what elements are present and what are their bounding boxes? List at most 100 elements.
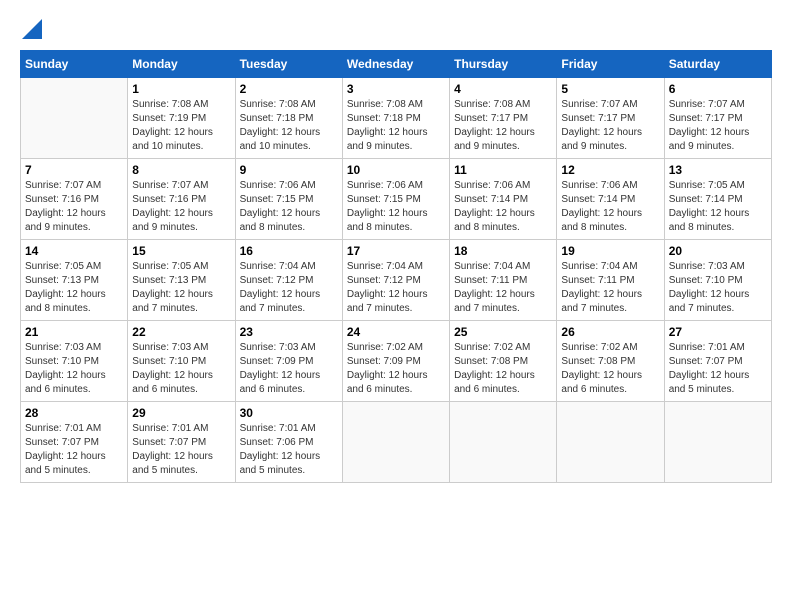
calendar-cell <box>664 402 771 483</box>
day-number: 26 <box>561 325 659 339</box>
calendar-cell: 24 Sunrise: 7:02 AMSunset: 7:09 PMDayligh… <box>342 321 449 402</box>
day-header-monday: Monday <box>128 51 235 78</box>
day-number: 25 <box>454 325 552 339</box>
calendar-cell: 1 Sunrise: 7:08 AMSunset: 7:19 PMDaylight… <box>128 78 235 159</box>
day-number: 7 <box>25 163 123 177</box>
day-number: 21 <box>25 325 123 339</box>
day-info: Sunrise: 7:08 AMSunset: 7:19 PMDaylight:… <box>132 98 230 154</box>
day-info: Sunrise: 7:02 AMSunset: 7:08 PMDaylight:… <box>561 341 659 397</box>
day-number: 13 <box>669 163 767 177</box>
day-info: Sunrise: 7:06 AMSunset: 7:15 PMDaylight:… <box>347 179 445 235</box>
day-number: 8 <box>132 163 230 177</box>
day-info: Sunrise: 7:05 AMSunset: 7:14 PMDaylight:… <box>669 179 767 235</box>
day-info: Sunrise: 7:01 AMSunset: 7:07 PMDaylight:… <box>669 341 767 397</box>
day-info: Sunrise: 7:05 AMSunset: 7:13 PMDaylight:… <box>132 260 230 316</box>
day-info: Sunrise: 7:05 AMSunset: 7:13 PMDaylight:… <box>25 260 123 316</box>
day-number: 9 <box>240 163 338 177</box>
day-number: 3 <box>347 82 445 96</box>
calendar-cell <box>342 402 449 483</box>
calendar-cell: 7 Sunrise: 7:07 AMSunset: 7:16 PMDaylight… <box>21 159 128 240</box>
day-number: 6 <box>669 82 767 96</box>
calendar-cell: 27 Sunrise: 7:01 AMSunset: 7:07 PMDayligh… <box>664 321 771 402</box>
day-header-friday: Friday <box>557 51 664 78</box>
calendar-cell <box>557 402 664 483</box>
calendar-cell: 16 Sunrise: 7:04 AMSunset: 7:12 PMDayligh… <box>235 240 342 321</box>
calendar-cell: 4 Sunrise: 7:08 AMSunset: 7:17 PMDaylight… <box>450 78 557 159</box>
logo-icon <box>22 19 42 39</box>
day-info: Sunrise: 7:04 AMSunset: 7:12 PMDaylight:… <box>240 260 338 316</box>
day-info: Sunrise: 7:08 AMSunset: 7:18 PMDaylight:… <box>240 98 338 154</box>
day-info: Sunrise: 7:06 AMSunset: 7:14 PMDaylight:… <box>454 179 552 235</box>
day-number: 12 <box>561 163 659 177</box>
calendar-cell: 9 Sunrise: 7:06 AMSunset: 7:15 PMDaylight… <box>235 159 342 240</box>
day-number: 15 <box>132 244 230 258</box>
day-number: 27 <box>669 325 767 339</box>
day-number: 5 <box>561 82 659 96</box>
calendar-cell <box>450 402 557 483</box>
day-info: Sunrise: 7:02 AMSunset: 7:09 PMDaylight:… <box>347 341 445 397</box>
day-info: Sunrise: 7:07 AMSunset: 7:16 PMDaylight:… <box>25 179 123 235</box>
day-info: Sunrise: 7:03 AMSunset: 7:10 PMDaylight:… <box>132 341 230 397</box>
calendar-cell: 22 Sunrise: 7:03 AMSunset: 7:10 PMDayligh… <box>128 321 235 402</box>
day-number: 4 <box>454 82 552 96</box>
day-info: Sunrise: 7:07 AMSunset: 7:17 PMDaylight:… <box>561 98 659 154</box>
logo <box>20 20 42 40</box>
day-number: 29 <box>132 406 230 420</box>
calendar-cell: 10 Sunrise: 7:06 AMSunset: 7:15 PMDayligh… <box>342 159 449 240</box>
day-number: 19 <box>561 244 659 258</box>
day-number: 16 <box>240 244 338 258</box>
calendar-cell: 29Sunrise: 7:01 AMSunset: 7:07 PMDayligh… <box>128 402 235 483</box>
calendar-cell: 15 Sunrise: 7:05 AMSunset: 7:13 PMDayligh… <box>128 240 235 321</box>
calendar-cell: 8 Sunrise: 7:07 AMSunset: 7:16 PMDaylight… <box>128 159 235 240</box>
day-header-thursday: Thursday <box>450 51 557 78</box>
day-header-saturday: Saturday <box>664 51 771 78</box>
day-number: 28 <box>25 406 123 420</box>
calendar-cell: 20 Sunrise: 7:03 AMSunset: 7:10 PMDayligh… <box>664 240 771 321</box>
calendar: SundayMondayTuesdayWednesdayThursdayFrid… <box>20 50 772 483</box>
day-info: Sunrise: 7:01 AMSunset: 7:06 PMDaylight:… <box>240 422 338 478</box>
day-info: Sunrise: 7:03 AMSunset: 7:10 PMDaylight:… <box>669 260 767 316</box>
day-info: Sunrise: 7:07 AMSunset: 7:17 PMDaylight:… <box>669 98 767 154</box>
day-info: Sunrise: 7:06 AMSunset: 7:15 PMDaylight:… <box>240 179 338 235</box>
day-info: Sunrise: 7:04 AMSunset: 7:11 PMDaylight:… <box>561 260 659 316</box>
day-number: 17 <box>347 244 445 258</box>
day-number: 11 <box>454 163 552 177</box>
day-header-sunday: Sunday <box>21 51 128 78</box>
day-info: Sunrise: 7:07 AMSunset: 7:16 PMDaylight:… <box>132 179 230 235</box>
day-info: Sunrise: 7:08 AMSunset: 7:17 PMDaylight:… <box>454 98 552 154</box>
calendar-cell: 6 Sunrise: 7:07 AMSunset: 7:17 PMDaylight… <box>664 78 771 159</box>
day-info: Sunrise: 7:03 AMSunset: 7:09 PMDaylight:… <box>240 341 338 397</box>
calendar-cell <box>21 78 128 159</box>
calendar-cell: 30 Sunrise: 7:01 AMSunset: 7:06 PMDayligh… <box>235 402 342 483</box>
day-info: Sunrise: 7:03 AMSunset: 7:10 PMDaylight:… <box>25 341 123 397</box>
day-info: Sunrise: 7:01 AMSunset: 7:07 PMDaylight:… <box>25 422 123 478</box>
day-number: 18 <box>454 244 552 258</box>
day-info: Sunrise: 7:04 AMSunset: 7:12 PMDaylight:… <box>347 260 445 316</box>
calendar-cell: 25 Sunrise: 7:02 AMSunset: 7:08 PMDayligh… <box>450 321 557 402</box>
calendar-cell: 2Sunrise: 7:08 AMSunset: 7:18 PMDaylight… <box>235 78 342 159</box>
day-number: 22 <box>132 325 230 339</box>
calendar-cell: 21 Sunrise: 7:03 AMSunset: 7:10 PMDayligh… <box>21 321 128 402</box>
calendar-cell: 11 Sunrise: 7:06 AMSunset: 7:14 PMDayligh… <box>450 159 557 240</box>
day-number: 24 <box>347 325 445 339</box>
day-header-tuesday: Tuesday <box>235 51 342 78</box>
calendar-cell: 12Sunrise: 7:06 AMSunset: 7:14 PMDayligh… <box>557 159 664 240</box>
day-info: Sunrise: 7:08 AMSunset: 7:18 PMDaylight:… <box>347 98 445 154</box>
calendar-cell: 14Sunrise: 7:05 AMSunset: 7:13 PMDayligh… <box>21 240 128 321</box>
day-number: 10 <box>347 163 445 177</box>
day-number: 23 <box>240 325 338 339</box>
day-header-wednesday: Wednesday <box>342 51 449 78</box>
calendar-cell: 18 Sunrise: 7:04 AMSunset: 7:11 PMDayligh… <box>450 240 557 321</box>
day-number: 30 <box>240 406 338 420</box>
calendar-cell: 5 Sunrise: 7:07 AMSunset: 7:17 PMDaylight… <box>557 78 664 159</box>
day-number: 1 <box>132 82 230 96</box>
day-number: 20 <box>669 244 767 258</box>
calendar-cell: 23 Sunrise: 7:03 AMSunset: 7:09 PMDayligh… <box>235 321 342 402</box>
day-info: Sunrise: 7:02 AMSunset: 7:08 PMDaylight:… <box>454 341 552 397</box>
day-info: Sunrise: 7:04 AMSunset: 7:11 PMDaylight:… <box>454 260 552 316</box>
calendar-cell: 13 Sunrise: 7:05 AMSunset: 7:14 PMDayligh… <box>664 159 771 240</box>
calendar-cell: 19 Sunrise: 7:04 AMSunset: 7:11 PMDayligh… <box>557 240 664 321</box>
calendar-cell: 26 Sunrise: 7:02 AMSunset: 7:08 PMDayligh… <box>557 321 664 402</box>
calendar-cell: 17 Sunrise: 7:04 AMSunset: 7:12 PMDayligh… <box>342 240 449 321</box>
calendar-cell: 3 Sunrise: 7:08 AMSunset: 7:18 PMDaylight… <box>342 78 449 159</box>
